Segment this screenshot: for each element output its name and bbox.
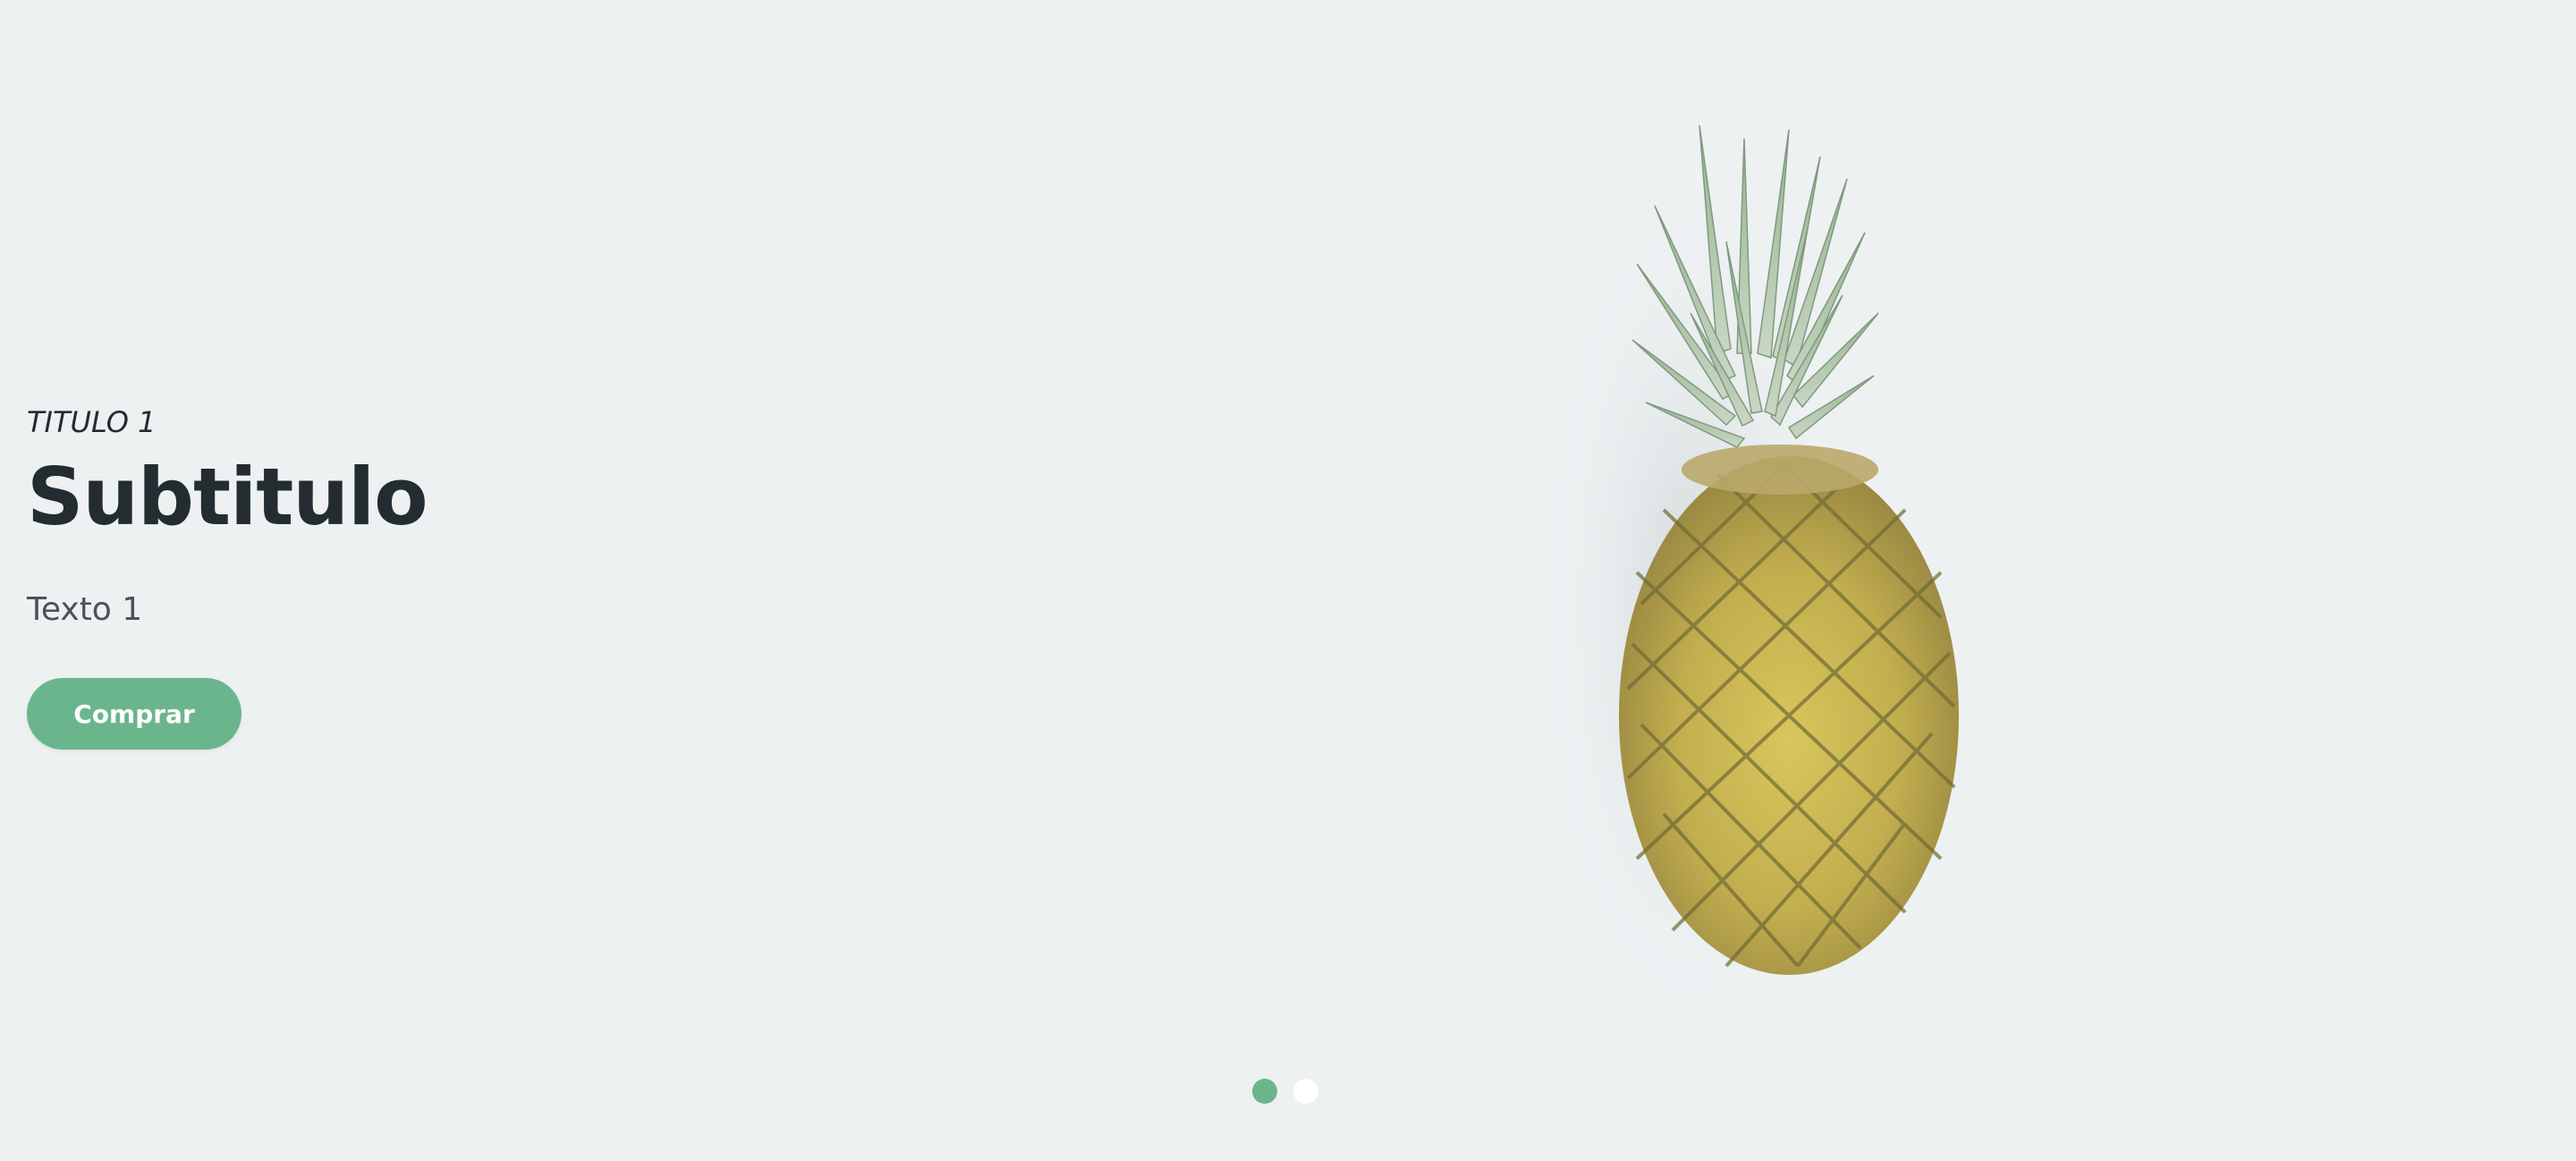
pineapple-image xyxy=(1538,124,1959,1038)
slider-pagination xyxy=(1252,1079,1318,1104)
slider-dot-1[interactable] xyxy=(1252,1079,1277,1104)
slide-body-text: Texto 1 xyxy=(27,591,143,628)
slide-eyebrow-title: TITULO 1 xyxy=(27,405,157,439)
slide-content: TITULO 1 Subtitulo Texto 1 Comprar xyxy=(27,403,653,750)
hero-slider: TITULO 1 Subtitulo Texto 1 Comprar xyxy=(0,0,2576,1161)
slider-dot-2[interactable] xyxy=(1293,1079,1318,1104)
buy-button[interactable]: Comprar xyxy=(27,678,242,750)
slide-headline: Subtitulo xyxy=(27,451,428,543)
